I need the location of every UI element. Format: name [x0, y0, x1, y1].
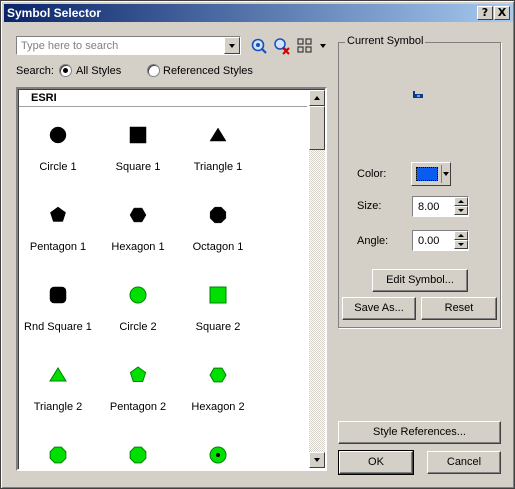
- symbol-item[interactable]: Pentagon 1: [18, 193, 98, 273]
- symbol-item-label: Triangle 1: [193, 161, 243, 173]
- angle-label: Angle:: [357, 235, 389, 247]
- hexagon-symbol-icon: [209, 367, 227, 383]
- square-symbol-icon: [209, 286, 227, 304]
- size-decrement-button[interactable]: [454, 206, 468, 215]
- symbol-item[interactable]: Square 2: [178, 273, 258, 353]
- current-symbol-title: Current Symbol: [345, 35, 426, 47]
- symbol-item[interactable]: Circle 1: [18, 113, 98, 193]
- size-input[interactable]: [416, 199, 452, 214]
- symbol-item-label: Hexagon 1: [111, 241, 165, 253]
- all-styles-radio[interactable]: [59, 64, 72, 77]
- arrow-up-icon: [458, 234, 464, 237]
- circle-dot-symbol-icon: [209, 446, 227, 464]
- symbol-list-scrollbar[interactable]: [309, 90, 325, 468]
- angle-input[interactable]: [416, 233, 452, 248]
- pentagon-symbol-icon: [50, 206, 66, 222]
- arrow-down-icon: [314, 458, 320, 462]
- search-combobox[interactable]: [16, 36, 241, 55]
- scroll-up-button[interactable]: [309, 90, 325, 106]
- symbol-item-label: Circle 1: [39, 161, 77, 173]
- ok-button[interactable]: OK: [338, 450, 414, 475]
- arrow-down-icon: [458, 243, 464, 246]
- octagon-symbol-icon: [209, 206, 227, 224]
- chevron-down-icon: [443, 172, 449, 176]
- help-button[interactable]: ?: [477, 6, 493, 20]
- scroll-down-button[interactable]: [309, 452, 325, 468]
- size-increment-button[interactable]: [454, 197, 468, 206]
- symbol-item-label: Square 1: [115, 161, 161, 173]
- symbol-item[interactable]: [178, 433, 258, 469]
- pentagon-symbol-icon: [129, 366, 147, 382]
- symbol-item[interactable]: Pentagon 2: [98, 353, 178, 433]
- search-dropdown-button[interactable]: [224, 37, 240, 54]
- save-as-button[interactable]: Save As...: [342, 297, 416, 320]
- clear-search-icon[interactable]: [273, 37, 291, 55]
- cancel-button[interactable]: Cancel: [427, 451, 501, 474]
- edit-symbol-button[interactable]: Edit Symbol...: [372, 269, 468, 292]
- arrow-up-icon: [458, 200, 464, 203]
- search-input[interactable]: [19, 38, 221, 53]
- symbol-selector-dialog: Symbol Selector ? X Type here to search …: [0, 0, 515, 489]
- angle-increment-button[interactable]: [454, 231, 468, 240]
- octagon-symbol-icon: [49, 446, 67, 464]
- color-dropdown-separator: [441, 165, 442, 183]
- symbol-item[interactable]: Square 1: [98, 113, 178, 193]
- symbol-item[interactable]: Hexagon 1: [98, 193, 178, 273]
- symbol-item-label: Octagon 1: [192, 241, 244, 253]
- circle-symbol-icon: [49, 126, 67, 144]
- circle-symbol-icon: [129, 286, 147, 304]
- symbol-item-label: Rnd Square 1: [24, 321, 92, 333]
- rounded-square-symbol-icon: [49, 286, 67, 304]
- octagon-symbol-icon: [129, 446, 147, 464]
- size-label: Size:: [357, 200, 382, 212]
- symbol-item-label: Pentagon 2: [109, 401, 167, 413]
- style-references-button[interactable]: Style References...: [338, 421, 501, 444]
- symbol-item-label: Pentagon 1: [29, 241, 87, 253]
- symbol-list: ESRI Circle 1 Square 1 Triangle 1 Pentagon …: [16, 87, 327, 471]
- symbol-item[interactable]: Octagon 1: [178, 193, 258, 273]
- symbol-item[interactable]: Rnd Square 1: [18, 273, 98, 353]
- symbol-item[interactable]: Hexagon 2: [178, 353, 258, 433]
- symbol-item[interactable]: Triangle 1: [178, 113, 258, 193]
- close-button[interactable]: X: [494, 6, 510, 20]
- symbol-item-label: Triangle 2: [33, 401, 83, 413]
- reset-button[interactable]: Reset: [421, 297, 497, 320]
- arrow-up-icon: [314, 96, 320, 100]
- scroll-thumb[interactable]: [309, 106, 325, 150]
- symbol-item-label: Square 2: [195, 321, 241, 333]
- symbol-item[interactable]: [18, 433, 98, 469]
- hexagon-symbol-icon: [129, 207, 147, 223]
- color-picker-button[interactable]: [411, 162, 451, 186]
- search-icon[interactable]: [250, 37, 268, 55]
- window-title: Symbol Selector: [7, 6, 102, 20]
- current-symbol-preview-icon: [412, 89, 424, 99]
- angle-decrement-button[interactable]: [454, 240, 468, 249]
- triangle-symbol-icon: [209, 127, 227, 142]
- angle-spinbox[interactable]: [412, 230, 469, 251]
- search-scope-label: Search:: [16, 65, 54, 77]
- triangle-symbol-icon: [49, 367, 67, 382]
- style-group-header[interactable]: ESRI: [19, 90, 307, 107]
- all-styles-label[interactable]: All Styles: [76, 65, 121, 77]
- color-swatch: [416, 167, 438, 181]
- size-spinbox[interactable]: [412, 196, 469, 217]
- color-label: Color:: [357, 168, 387, 180]
- symbol-item[interactable]: [98, 433, 178, 469]
- referenced-styles-label[interactable]: Referenced Styles: [163, 65, 253, 77]
- symbol-item-label: Hexagon 2: [191, 401, 245, 413]
- symbol-item[interactable]: Circle 2: [98, 273, 178, 353]
- arrow-down-icon: [458, 209, 464, 212]
- symbol-item-label: Circle 2: [119, 321, 157, 333]
- view-options-dropdown-icon[interactable]: [319, 41, 327, 51]
- symbol-item[interactable]: Triangle 2: [18, 353, 98, 433]
- chevron-down-icon: [229, 44, 235, 48]
- square-symbol-icon: [129, 126, 147, 144]
- view-options-icon[interactable]: [296, 37, 314, 55]
- referenced-styles-radio[interactable]: [147, 64, 160, 77]
- title-bar: Symbol Selector ? X: [4, 4, 513, 22]
- current-symbol-group: Current Symbol Color: Size: Angle: E: [338, 35, 501, 328]
